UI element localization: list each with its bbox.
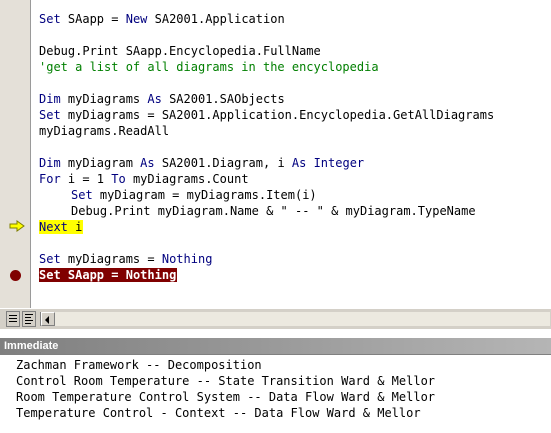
output-line: Room Temperature Control System -- Data …: [16, 390, 436, 404]
code-line[interactable]: Set SAapp = New SA2001.Application: [39, 11, 285, 27]
full-module-view-icon[interactable]: [22, 311, 36, 327]
breakpoint-icon[interactable]: [10, 270, 21, 281]
output-line: Control Room Temperature -- State Transi…: [16, 374, 436, 388]
code-text: myDiagram: [60, 156, 141, 170]
breakpoint-line[interactable]: Set SAapp = Nothing: [39, 267, 178, 283]
scroll-left-arrow-icon[interactable]: [41, 312, 55, 326]
keyword: To: [111, 172, 126, 186]
code-comment-line[interactable]: 'get a list of all diagrams in the encyc…: [39, 59, 379, 75]
current-execution-line[interactable]: Next i: [39, 219, 84, 235]
code-line[interactable]: Debug.Print SAapp.Encyclopedia.FullName: [39, 43, 321, 59]
code-text: myDiagram = myDiagrams.Item(i): [92, 188, 317, 202]
code-text: myDiagrams.Count: [125, 172, 249, 186]
code-line[interactable]: Set myDiagram = myDiagrams.Item(i): [71, 187, 317, 203]
keyword: Set: [39, 12, 61, 26]
code-text: Debug.Print SAapp.Encyclopedia.FullName: [39, 44, 321, 58]
immediate-window-title: Immediate: [4, 340, 59, 352]
code-text: SAapp =: [60, 12, 126, 26]
code-line[interactable]: For i = 1 To myDiagrams.Count: [39, 171, 249, 187]
code-line[interactable]: Debug.Print myDiagram.Name & " -- " & my…: [71, 203, 476, 219]
code-line[interactable]: myDiagrams.ReadAll: [39, 123, 169, 139]
breakpoint-highlight: Set SAapp = Nothing: [39, 268, 178, 282]
code-line[interactable]: Set myDiagrams = Nothing: [39, 251, 212, 267]
immediate-window[interactable]: Zachman Framework -- Decomposition Contr…: [0, 354, 551, 433]
immediate-window-titlebar[interactable]: Immediate: [0, 337, 551, 354]
code-window-footer: [0, 308, 551, 329]
keyword: Dim: [39, 156, 61, 170]
code-line[interactable]: Dim myDiagram As SA2001.Diagram, i As In…: [39, 155, 364, 171]
code-text: myDiagrams.ReadAll: [39, 124, 170, 138]
keyword: Dim: [39, 92, 61, 106]
keyword: As: [291, 156, 307, 170]
keyword: Integer: [306, 156, 365, 170]
keyword: Set: [39, 252, 61, 266]
horizontal-scrollbar[interactable]: [40, 312, 550, 326]
code-line[interactable]: Dim myDiagrams As SA2001.SAObjects: [39, 91, 285, 107]
keyword: Set: [71, 188, 93, 202]
margin-divider: [30, 0, 31, 308]
keyword: Set: [39, 268, 61, 282]
code-text: i = 1: [60, 172, 112, 186]
code-text: SA2001.Application: [147, 12, 285, 26]
code-editor[interactable]: Set SAapp = New SA2001.Application Debug…: [0, 0, 551, 308]
keyword: Set: [39, 108, 61, 122]
code-text: myDiagrams = SA2001.Application.Encyclop…: [60, 108, 495, 122]
keyword: New: [125, 12, 148, 26]
indicator-margin[interactable]: [0, 0, 30, 308]
keyword: Nothing: [125, 268, 177, 282]
keyword: As: [140, 156, 155, 170]
code-text: SA2001.Diagram, i: [154, 156, 292, 170]
output-line: Temperature Control - Context -- Data Fl…: [16, 406, 421, 420]
procedure-view-icon[interactable]: [6, 311, 20, 327]
code-text: SAapp =: [60, 268, 126, 282]
execution-highlight: Next i: [39, 220, 84, 234]
execution-arrow-icon: [9, 220, 25, 232]
code-text: myDiagrams =: [60, 252, 162, 266]
code-line[interactable]: Set myDiagrams = SA2001.Application.Ency…: [39, 107, 494, 123]
code-text: i: [67, 220, 83, 234]
code-text: myDiagrams: [60, 92, 148, 106]
comment-text: 'get a list of all diagrams in the encyc…: [39, 60, 379, 74]
keyword: Next: [39, 220, 68, 234]
keyword: As: [147, 92, 162, 106]
code-text: SA2001.SAObjects: [161, 92, 285, 106]
code-text: Debug.Print myDiagram.Name & " -- " & my…: [71, 204, 476, 218]
output-line: Zachman Framework -- Decomposition: [16, 358, 262, 372]
keyword: For: [39, 172, 61, 186]
keyword: Nothing: [161, 252, 213, 266]
